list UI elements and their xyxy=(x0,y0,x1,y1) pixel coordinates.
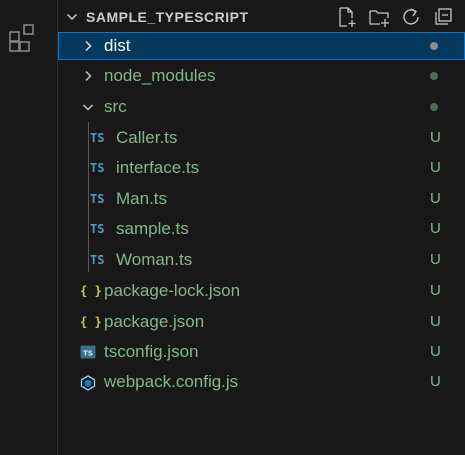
tree-item-label: dist xyxy=(104,36,131,55)
tree-file-interface-ts[interactable]: TS interface.ts U xyxy=(58,154,465,182)
git-decoration-dot xyxy=(430,42,438,50)
git-status-badge: U xyxy=(430,129,441,146)
tree-item-label: tsconfig.json xyxy=(104,342,199,361)
tree-item-label: package-lock.json xyxy=(104,281,241,300)
activity-bar xyxy=(0,0,58,455)
tree-item-label: Woman.ts xyxy=(116,250,193,269)
chevron-right-icon xyxy=(82,40,94,52)
explorer-header[interactable]: SAMPLE_TYPESCRIPT xyxy=(58,0,465,33)
tree-item-label: Caller.ts xyxy=(116,128,178,147)
git-decoration-dot xyxy=(430,103,438,111)
json-file-icon: { } xyxy=(80,315,102,329)
tree-item-label: src xyxy=(104,97,127,116)
tree-file-tsconfig-json[interactable]: TS tsconfig.json U xyxy=(58,338,465,366)
git-status-badge: U xyxy=(430,251,441,268)
tree-file-webpack-config-js[interactable]: webpack.config.js U xyxy=(58,368,465,396)
chevron-down-icon[interactable] xyxy=(66,11,78,23)
git-status-badge: U xyxy=(430,190,441,207)
new-folder-icon[interactable] xyxy=(368,6,390,28)
tsconfig-icon: TS xyxy=(80,345,96,359)
webpack-icon xyxy=(80,375,96,391)
svg-text:TS: TS xyxy=(83,350,93,358)
collapse-all-icon[interactable] xyxy=(432,6,454,28)
git-status-badge: U xyxy=(430,282,441,299)
new-file-icon[interactable] xyxy=(336,6,358,28)
tree-item-label: interface.ts xyxy=(116,158,200,177)
git-status-badge: U xyxy=(430,159,441,176)
explorer-sidebar: SAMPLE_TYPESCRIPT dist node_modules src … xyxy=(58,0,465,455)
explorer-title: SAMPLE_TYPESCRIPT xyxy=(86,9,249,25)
chevron-down-icon xyxy=(82,101,94,113)
refresh-icon[interactable] xyxy=(400,6,422,28)
typescript-file-icon: TS xyxy=(90,192,105,206)
typescript-file-icon: TS xyxy=(90,253,105,267)
tree-file-caller-ts[interactable]: TS Caller.ts U xyxy=(58,124,465,152)
typescript-file-icon: TS xyxy=(90,222,105,236)
tree-file-man-ts[interactable]: TS Man.ts U xyxy=(58,185,465,213)
tree-item-label: sample.ts xyxy=(116,219,189,238)
tree-file-sample-ts[interactable]: TS sample.ts U xyxy=(58,215,465,243)
git-status-badge: U xyxy=(430,373,441,390)
tree-item-label: node_modules xyxy=(104,66,216,85)
extensions-icon[interactable] xyxy=(8,23,40,55)
typescript-file-icon: TS xyxy=(90,161,105,175)
tree-item-label: webpack.config.js xyxy=(104,372,239,391)
git-status-badge: U xyxy=(430,313,441,330)
git-status-badge: U xyxy=(430,343,441,360)
tree-file-package-lock-json[interactable]: { } package-lock.json U xyxy=(58,277,465,305)
typescript-file-icon: TS xyxy=(90,131,105,145)
git-status-badge: U xyxy=(430,220,441,237)
tree-item-label: package.json xyxy=(104,312,205,331)
tree-item-label: Man.ts xyxy=(116,189,168,208)
git-decoration-dot xyxy=(430,72,438,80)
tree-folder-dist[interactable]: dist xyxy=(58,32,465,60)
tree-file-package-json[interactable]: { } package.json U xyxy=(58,308,465,336)
chevron-right-icon xyxy=(82,70,94,82)
tree-file-woman-ts[interactable]: TS Woman.ts U xyxy=(58,246,465,274)
json-file-icon: { } xyxy=(80,284,102,298)
tree-folder-node-modules[interactable]: node_modules xyxy=(58,62,465,90)
tree-folder-src[interactable]: src xyxy=(58,93,465,121)
